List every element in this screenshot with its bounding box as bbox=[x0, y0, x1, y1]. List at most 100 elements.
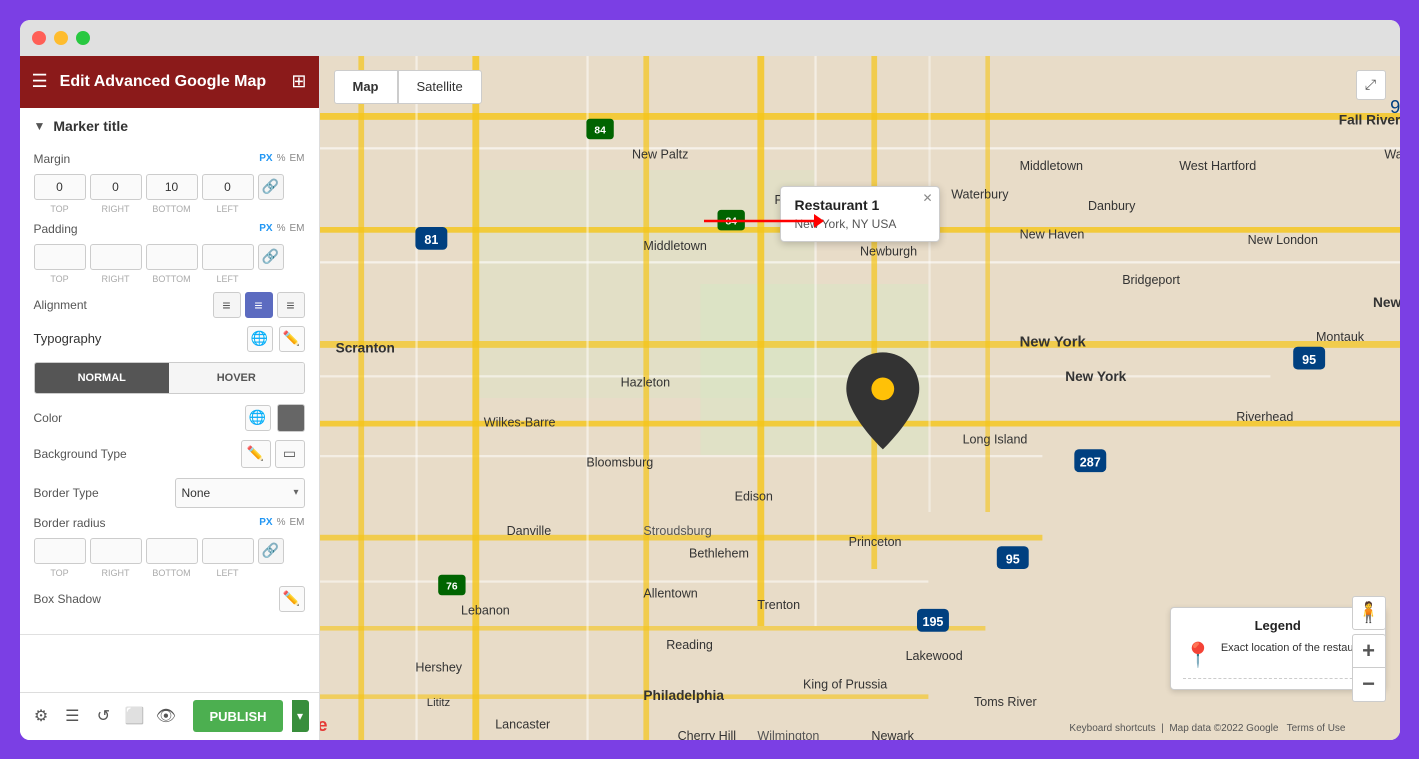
border-radius-right-input[interactable] bbox=[90, 538, 142, 564]
border-type-label: Border Type bbox=[34, 486, 99, 500]
svg-text:Danville: Danville bbox=[506, 523, 551, 537]
padding-right-input[interactable] bbox=[90, 244, 142, 270]
svg-text:Middletown: Middletown bbox=[1019, 159, 1082, 173]
padding-bottom-input[interactable] bbox=[146, 244, 198, 270]
padding-inputs-row: 🔗 bbox=[34, 244, 305, 270]
padding-link-btn[interactable]: 🔗 bbox=[258, 244, 284, 270]
svg-text:Bridgeport: Bridgeport bbox=[1122, 273, 1180, 287]
margin-unit-percent[interactable]: % bbox=[277, 153, 286, 164]
bg-type-classic-btn[interactable]: ✏️ bbox=[241, 440, 271, 468]
maximize-button[interactable] bbox=[76, 31, 90, 45]
section-header-marker-title[interactable]: ▼ Marker title bbox=[20, 108, 319, 144]
publish-dropdown-button[interactable]: ▾ bbox=[292, 700, 309, 732]
margin-top-input[interactable] bbox=[34, 174, 86, 200]
history-icon-btn[interactable]: ↺ bbox=[92, 701, 115, 731]
street-view-btn[interactable]: 🧍 bbox=[1352, 596, 1386, 630]
margin-link-btn[interactable]: 🔗 bbox=[258, 174, 284, 200]
svg-text:Long Island: Long Island bbox=[962, 432, 1027, 446]
padding-bottom-label: BOTTOM bbox=[146, 274, 198, 284]
svg-text:Lancaster: Lancaster bbox=[495, 717, 550, 731]
svg-text:Newport: Newport bbox=[1372, 294, 1399, 309]
svg-text:Newark: Newark bbox=[871, 729, 914, 740]
svg-text:95: 95 bbox=[1302, 352, 1316, 366]
typography-global-icon[interactable]: 🌐 bbox=[247, 326, 273, 352]
titlebar bbox=[20, 20, 1400, 56]
svg-text:Montauk: Montauk bbox=[1316, 330, 1365, 344]
expand-map-btn[interactable]: ⤢ bbox=[1356, 70, 1386, 100]
sidebar-title: Edit Advanced Google Map bbox=[60, 73, 280, 91]
margin-right-input[interactable] bbox=[90, 174, 142, 200]
margin-left-label: LEFT bbox=[202, 204, 254, 214]
svg-text:Lititz: Lititz bbox=[426, 696, 450, 708]
svg-text:Philadelphia: Philadelphia bbox=[643, 688, 724, 703]
margin-units: PX % EM bbox=[259, 153, 304, 164]
align-center-btn[interactable]: ≡ bbox=[245, 292, 273, 318]
border-radius-label: Border radius bbox=[34, 516, 106, 530]
map-container[interactable]: 95 95 287 95 195 81 84 bbox=[320, 56, 1400, 740]
padding-left-label: LEFT bbox=[202, 274, 254, 284]
margin-top-label: TOP bbox=[34, 204, 86, 214]
border-radius-bottom-input[interactable] bbox=[146, 538, 198, 564]
background-type-label: Background Type bbox=[34, 447, 127, 461]
svg-text:Stroudsburg: Stroudsburg bbox=[643, 523, 711, 537]
padding-unit-px[interactable]: PX bbox=[259, 223, 272, 234]
svg-text:New Haven: New Haven bbox=[1019, 227, 1084, 241]
keyboard-shortcuts-link[interactable]: Keyboard shortcuts bbox=[1069, 723, 1155, 734]
border-type-select-wrapper[interactable]: None Solid Dashed Dotted bbox=[175, 478, 305, 508]
border-radius-unit-px[interactable]: PX bbox=[259, 517, 272, 528]
border-radius-unit-percent[interactable]: % bbox=[277, 517, 286, 528]
main-content: 95 95 287 95 195 81 84 bbox=[320, 56, 1400, 740]
terms-of-use-link[interactable]: Terms of Use bbox=[1287, 723, 1346, 734]
settings-icon-btn[interactable]: ⚙ bbox=[30, 701, 53, 731]
bg-type-gradient-btn[interactable]: ▭ bbox=[275, 440, 305, 468]
grid-icon[interactable]: ⊞ bbox=[291, 71, 306, 92]
svg-text:Hershey: Hershey bbox=[415, 660, 462, 674]
color-swatch[interactable] bbox=[277, 404, 305, 432]
svg-text:Cherry Hill: Cherry Hill bbox=[677, 729, 735, 740]
map-tab-satellite[interactable]: Satellite bbox=[398, 70, 482, 104]
typography-edit-icon[interactable]: ✏️ bbox=[279, 326, 305, 352]
section-content-marker-title: Margin PX % EM 🔗 bbox=[20, 144, 319, 634]
map-zoom-out-btn[interactable]: − bbox=[1352, 668, 1386, 702]
map-tab-map[interactable]: Map bbox=[334, 70, 398, 104]
border-radius-link-btn[interactable]: 🔗 bbox=[258, 538, 284, 564]
padding-left-input[interactable] bbox=[202, 244, 254, 270]
padding-field-row: Padding PX % EM bbox=[34, 222, 305, 236]
alignment-field-row: Alignment ≡ ≡ ≡ bbox=[34, 292, 305, 318]
margin-bottom-label: BOTTOM bbox=[146, 204, 198, 214]
border-radius-right-label: RIGHT bbox=[90, 568, 142, 578]
padding-right-label: RIGHT bbox=[90, 274, 142, 284]
color-global-icon[interactable]: 🌐 bbox=[245, 405, 271, 431]
close-button[interactable] bbox=[32, 31, 46, 45]
layers-icon-btn[interactable]: ☰ bbox=[61, 701, 84, 731]
publish-button[interactable]: PUBLISH bbox=[193, 700, 282, 732]
margin-unit-px[interactable]: PX bbox=[259, 153, 272, 164]
padding-unit-em[interactable]: EM bbox=[290, 223, 305, 234]
svg-text:Newburgh: Newburgh bbox=[860, 244, 917, 258]
align-left-btn[interactable]: ≡ bbox=[213, 292, 241, 318]
hamburger-icon[interactable]: ☰ bbox=[32, 71, 48, 92]
border-radius-left-input[interactable] bbox=[202, 538, 254, 564]
align-right-btn[interactable]: ≡ bbox=[277, 292, 305, 318]
background-type-row: Background Type ✏️ ▭ bbox=[34, 440, 305, 468]
margin-unit-em[interactable]: EM bbox=[290, 153, 305, 164]
tab-normal[interactable]: NORMAL bbox=[35, 363, 170, 393]
responsive-icon-btn[interactable]: ⬜ bbox=[123, 701, 146, 731]
tab-hover[interactable]: HOVER bbox=[169, 363, 304, 393]
svg-text:95: 95 bbox=[1005, 552, 1019, 566]
svg-text:95: 95 bbox=[1390, 96, 1400, 117]
normal-hover-tabs: NORMAL HOVER bbox=[34, 362, 305, 394]
border-radius-top-input[interactable] bbox=[34, 538, 86, 564]
border-type-select[interactable]: None Solid Dashed Dotted bbox=[175, 478, 305, 508]
preview-icon-btn[interactable]: 👁 bbox=[154, 701, 177, 731]
padding-unit-percent[interactable]: % bbox=[277, 223, 286, 234]
padding-top-input[interactable] bbox=[34, 244, 86, 270]
border-radius-unit-em[interactable]: EM bbox=[290, 517, 305, 528]
box-shadow-edit-icon[interactable]: ✏️ bbox=[279, 586, 305, 612]
map-zoom-in-btn[interactable]: + bbox=[1352, 634, 1386, 668]
margin-bottom-input[interactable] bbox=[146, 174, 198, 200]
margin-left-input[interactable] bbox=[202, 174, 254, 200]
sidebar: ☰ Edit Advanced Google Map ⊞ ▼ Marker ti… bbox=[20, 56, 320, 740]
minimize-button[interactable] bbox=[54, 31, 68, 45]
popup-close-btn[interactable]: ✕ bbox=[922, 191, 932, 205]
